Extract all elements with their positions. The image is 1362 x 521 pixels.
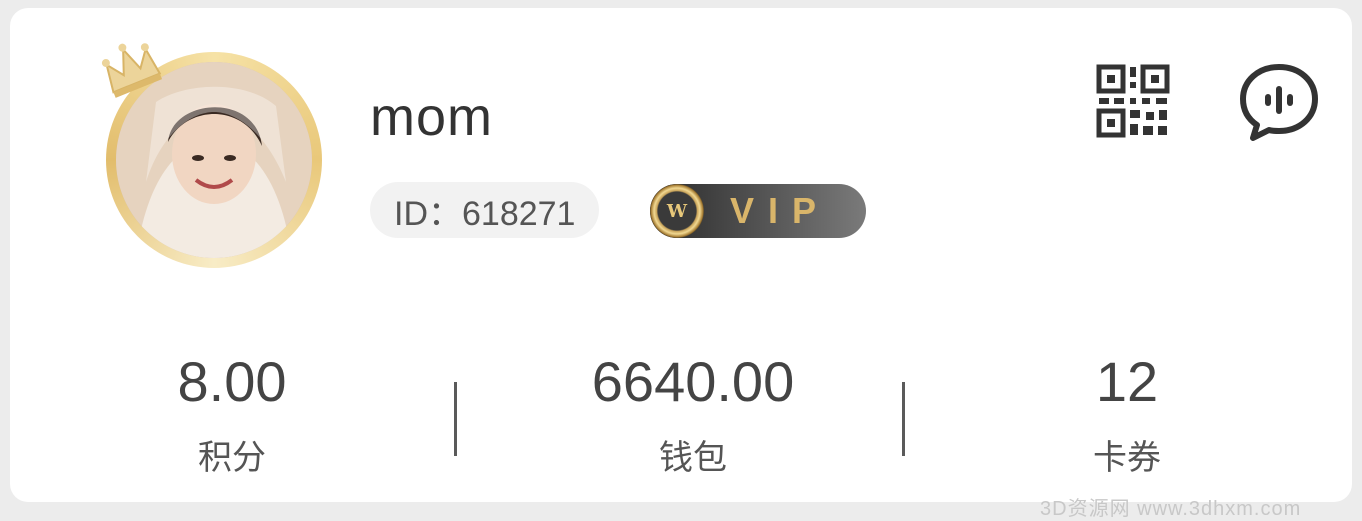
profile-card: mom ID：618271 W VIP 8.00 积分 6640.00 钱包 1… — [10, 8, 1352, 502]
avatar[interactable] — [96, 43, 322, 272]
qr-code-icon[interactable] — [1096, 64, 1170, 138]
stat-coupons-label: 卡券 — [1093, 439, 1161, 477]
stat-coupons-value: 12 — [1095, 350, 1159, 413]
vip-label: VIP — [730, 190, 831, 231]
stat-wallet-value: 6640.00 — [591, 350, 795, 413]
stat-coupons[interactable]: 12 卡券 — [1027, 348, 1227, 479]
stat-points-value: 8.00 — [177, 350, 287, 413]
vip-emblem-icon: W — [650, 184, 704, 238]
stat-points[interactable]: 8.00 积分 — [132, 348, 332, 479]
crown-icon — [101, 43, 163, 98]
watermark-text: 3D资源网 www.3dhxm.com — [1040, 498, 1302, 520]
username: mom — [370, 87, 493, 147]
chat-bubble-icon[interactable] — [1238, 62, 1320, 142]
vip-badge[interactable]: W VIP — [650, 184, 866, 238]
stat-points-label: 积分 — [198, 439, 266, 477]
stat-wallet[interactable]: 6640.00 钱包 — [553, 348, 833, 479]
user-id-badge: ID：618271 — [370, 182, 600, 238]
user-id-text: ID：618271 — [394, 194, 576, 233]
divider — [902, 382, 905, 456]
divider — [454, 382, 457, 456]
stat-wallet-label: 钱包 — [659, 439, 727, 477]
